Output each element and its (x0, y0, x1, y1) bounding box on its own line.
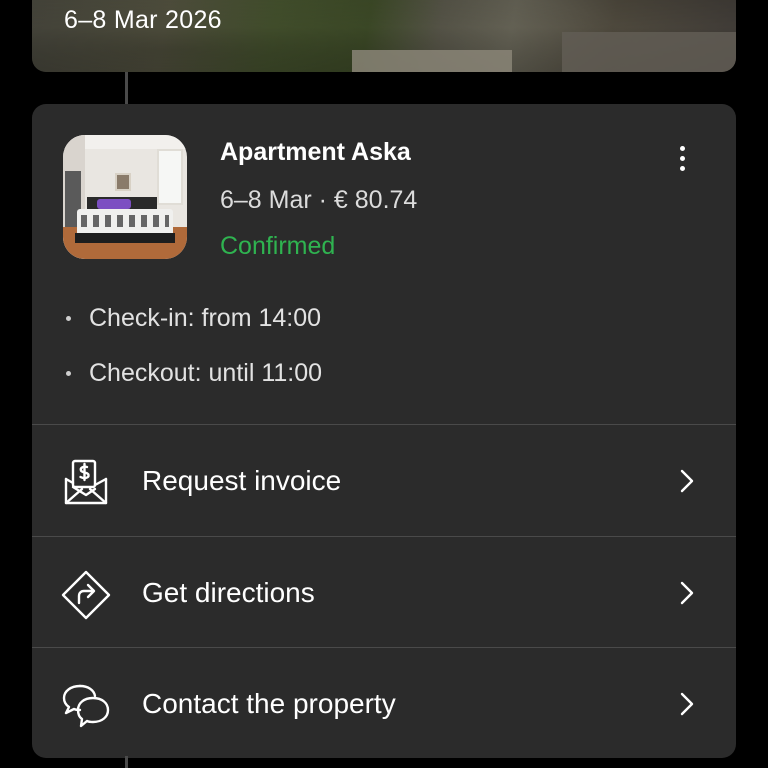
request-invoice-label: Request invoice (142, 465, 342, 496)
hero-date: 6–8 Mar 2026 (64, 6, 222, 34)
get-directions-button[interactable]: Get directions (32, 536, 736, 648)
thumb-bed-base (75, 233, 175, 243)
more-options-icon[interactable] (668, 140, 696, 176)
more-dot (679, 165, 685, 171)
more-dot (679, 155, 685, 161)
thumb-window (157, 149, 183, 205)
directions-sign-icon (61, 570, 111, 620)
booking-card: Apartment Aska 6–8 Mar · € 80.74 Confirm… (32, 104, 736, 758)
timeline-connector (125, 72, 128, 104)
request-invoice-button[interactable]: Request invoice (32, 424, 736, 536)
chevron-right-icon (680, 469, 694, 493)
hero-wall-shape (352, 50, 512, 72)
property-thumbnail[interactable] (63, 135, 187, 259)
contact-property-label: Contact the property (142, 688, 396, 719)
hero-wall-shape (562, 32, 736, 72)
chat-bubbles-icon (62, 684, 110, 728)
bullet-icon (66, 371, 71, 376)
property-name[interactable]: Apartment Aska (220, 138, 411, 167)
stay-hero-image[interactable]: 6–8 Mar 2026 (32, 0, 736, 72)
check-in-info: Check-in: from 14:00 (66, 304, 321, 333)
chevron-right-icon (680, 581, 694, 605)
booking-status: Confirmed (220, 232, 336, 260)
thumb-pillow (97, 199, 131, 209)
contact-property-button[interactable]: Contact the property (32, 647, 736, 758)
thumb-picture (115, 173, 131, 191)
chevron-right-icon (680, 692, 694, 716)
checkout-info: Checkout: until 11:00 (66, 359, 322, 388)
more-dot (679, 145, 685, 151)
checkout-text: Checkout: until 11:00 (89, 359, 323, 387)
thumb-bedspread (81, 215, 169, 227)
invoice-envelope-icon (64, 459, 108, 505)
booking-summary: 6–8 Mar · € 80.74 (220, 186, 418, 214)
booking-screen: 6–8 Mar 2026 Apartment Aska 6–8 Mar · € … (0, 0, 768, 768)
check-in-text: Check-in: from 14:00 (89, 304, 322, 332)
get-directions-label: Get directions (142, 577, 315, 608)
timeline-connector (125, 756, 128, 768)
bullet-icon (66, 316, 71, 321)
